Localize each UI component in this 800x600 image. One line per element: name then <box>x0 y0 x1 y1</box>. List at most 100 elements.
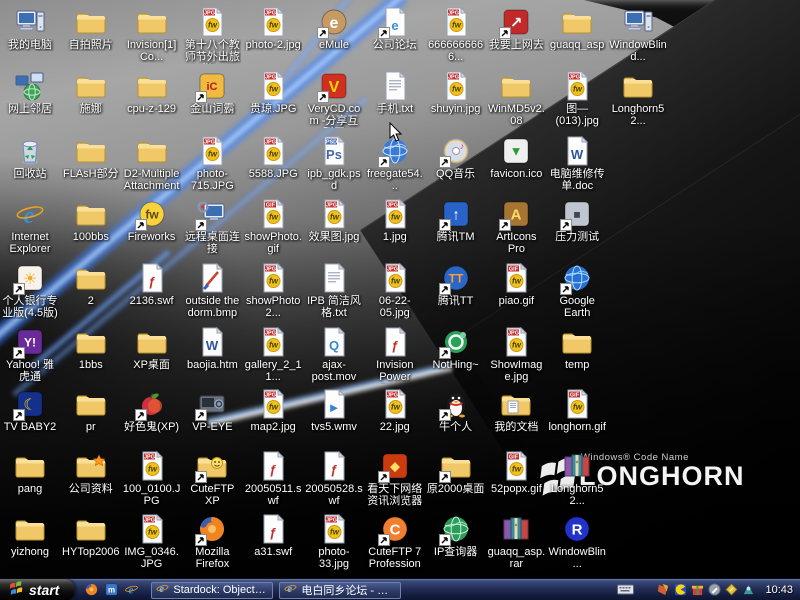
taskbar-window-button[interactable]: e电白同乡论坛 - Micr... <box>279 582 401 599</box>
desktop-icon[interactable]: WinMD5v2.08 <box>487 70 545 127</box>
desktop-icon[interactable]: W电脑维修传单.doc <box>548 135 606 192</box>
desktop-icon[interactable]: TT腾讯TT <box>427 262 485 307</box>
desktop-icon[interactable]: JPGfwshuyin.jpg <box>427 70 485 115</box>
desktop-icon[interactable]: ↗我要上网去 <box>487 6 545 51</box>
start-button[interactable]: start <box>0 579 75 600</box>
pen-input-tray-icon[interactable] <box>708 583 721 596</box>
desktop-icon[interactable]: JPGfw6666666666... <box>427 6 485 63</box>
desktop-icon[interactable]: 好色鬼(XP) <box>123 388 181 433</box>
desktop-icon[interactable]: 手机.txt <box>366 70 424 115</box>
desktop-icon[interactable]: ƒa31.swf <box>244 513 302 558</box>
desktop-icon[interactable]: JPGfw效果图.jpg <box>305 198 363 243</box>
desktop-icon[interactable]: XP桌面 <box>123 326 181 371</box>
desktop-icon[interactable]: 牛个人 <box>427 388 485 433</box>
desktop-icon[interactable]: Y!Yahoo! 雅虎通 <box>1 326 59 383</box>
desktop-icon[interactable]: JPGfwgallery_2_11... <box>244 326 302 383</box>
desktop-icon[interactable]: Longhorn52... <box>609 70 667 127</box>
messenger-quicklaunch-icon[interactable]: m <box>104 582 119 597</box>
desktop-icon[interactable]: NotHing~ <box>427 326 485 371</box>
desktop-icon[interactable]: JPGfw100_0100.JPG <box>123 450 181 507</box>
desktop-icon[interactable]: JPGfw贵琼.JPG <box>244 70 302 115</box>
input-indicator-icon[interactable] <box>617 583 634 596</box>
desktop-icon[interactable]: ▼favicon.ico <box>487 135 545 180</box>
desktop-icon[interactable]: AArtIcons Pro <box>487 198 545 255</box>
desktop-icon[interactable]: GIFfwpiao.gif <box>487 262 545 307</box>
desktop-icon[interactable]: ☾TV BABY2 <box>1 388 59 433</box>
desktop-icon[interactable]: ♪QQ音乐 <box>427 135 485 180</box>
desktop-icon[interactable]: temp <box>548 326 606 371</box>
desktop-icon[interactable]: ƒ2136.swf <box>123 262 181 307</box>
desktop-icon[interactable]: D2-Multiple Attachment ... <box>123 135 181 193</box>
desktop-icon[interactable]: JPGfwphoto-33.jpg <box>305 513 363 570</box>
desktop-icon[interactable]: Wbaojia.htm <box>183 326 241 371</box>
desktop-icon[interactable]: Mozilla Firefox <box>183 513 241 570</box>
desktop-icon[interactable]: ƒ20050528.swf <box>305 450 363 507</box>
desktop-icon[interactable]: IPB 简洁风格.txt <box>305 262 363 319</box>
desktop-icon[interactable]: JPGfw图—(013).jpg <box>548 70 606 127</box>
desktop-icon[interactable]: GIFfwshowPhoto.gif <box>244 198 302 255</box>
desktop-icon[interactable]: 100bbs <box>62 198 120 243</box>
yahoo-messenger-tray-icon[interactable] <box>674 583 687 596</box>
taskbar-clock[interactable]: 10:43 <box>765 584 793 596</box>
desktop-icon[interactable]: pang <box>1 450 59 495</box>
desktop-icon[interactable]: JPGfw22.jpg <box>366 388 424 433</box>
desktop-icon[interactable]: RWindowBlin... <box>548 513 606 570</box>
desktop-icon[interactable]: CuteFTP XP <box>183 450 241 507</box>
desktop-icon[interactable]: freegate54... <box>366 135 424 192</box>
desktop-icon[interactable]: ☀个人银行专业版(4.5版) <box>1 262 59 319</box>
taskbar-window-button[interactable]: eStardock: Object Des... <box>151 582 273 599</box>
desktop-icon[interactable]: ◆看天下网络资讯浏览器(3... <box>366 450 424 508</box>
ie-quicklaunch-icon[interactable]: e <box>124 582 139 597</box>
desktop-icon[interactable]: JPGfw06-22-05.jpg <box>366 262 424 319</box>
desktop-icon[interactable]: ƒ20050511.swf <box>244 450 302 507</box>
desktop-icon[interactable]: ►tvs5.wmv <box>305 388 363 433</box>
desktop-icon[interactable]: Longhorn52... <box>548 450 606 507</box>
desktop-icon[interactable]: iC金山词霸 <box>183 70 241 115</box>
desktop-icon[interactable]: ↑腾讯TM <box>427 198 485 243</box>
desktop-icon[interactable]: 我的文档 <box>487 388 545 433</box>
desktop-icon[interactable]: PSDPsipb_gdk.psd <box>305 135 363 192</box>
firefox-quicklaunch-icon[interactable] <box>84 582 99 597</box>
desktop-icon[interactable]: ■压力测试 <box>548 198 606 243</box>
desktop-icon[interactable]: Invision[1] Co... <box>123 6 181 63</box>
desktop-icon[interactable]: 施娜 <box>62 70 120 115</box>
desktop-icon[interactable]: fwFireworks <box>123 198 181 243</box>
desktop-icon[interactable]: GIFfwlonghorn.gif <box>548 388 606 433</box>
desktop-icon[interactable]: ƒInvision Power Board 2.swf <box>366 326 424 384</box>
desktop-icon[interactable]: JPGfwIMG_0346.JPG <box>123 513 181 570</box>
desktop-icon[interactable]: 公司资料 <box>62 450 120 495</box>
desktop-icon[interactable]: pr <box>62 388 120 433</box>
desktop-icon[interactable]: JPGfw1.jpg <box>366 198 424 243</box>
desktop-icon[interactable]: CCuteFTP 7 Professional <box>366 513 424 571</box>
desktop-icon[interactable]: JPGfwshowPhoto2... <box>244 262 302 319</box>
desktop-icon[interactable]: JPGfwphoto-2.jpg <box>244 6 302 51</box>
desktop-icon[interactable]: VVeryCD.com -分享互联网 <box>305 70 363 128</box>
desktop-icon[interactable]: Google Earth <box>548 262 606 319</box>
desktop-icon[interactable]: FLAsH部分 <box>62 135 120 180</box>
desktop-icon[interactable]: JPGfw5588.JPG <box>244 135 302 180</box>
desktop-icon[interactable]: JPGfwphoto-715.JPG <box>183 135 241 192</box>
user-status-tray-icon[interactable] <box>742 583 755 596</box>
desktop-icon[interactable]: outside the dorm.bmp <box>183 262 241 319</box>
desktop-icon[interactable]: VP-EYE <box>183 388 241 433</box>
desktop-icon[interactable]: WindowBlind... <box>609 6 667 63</box>
desktop-icon[interactable]: 远程桌面连接 <box>183 198 241 255</box>
download-tool-tray-icon[interactable] <box>657 583 670 596</box>
desktop-icon[interactable]: eeMule <box>305 6 363 51</box>
desktop-icon[interactable]: JPGfw第十八个教师节外出旅游... <box>183 6 241 64</box>
desktop-icon[interactable]: guaqq_asp <box>548 6 606 51</box>
desktop-icon[interactable]: JPGfwShowImage.jpg <box>487 326 545 383</box>
desktop-icon[interactable]: e公司论坛 <box>366 6 424 51</box>
desktop-icon[interactable]: GIFfw52popx.gif <box>487 450 545 495</box>
desktop-icon[interactable]: 1bbs <box>62 326 120 371</box>
desktop-icon[interactable]: cpu-z-129 <box>123 70 181 115</box>
desktop-icon[interactable]: 网上邻居 <box>1 70 59 115</box>
desktop-icon[interactable]: HYTop2006 <box>62 513 120 558</box>
desktop-icon[interactable]: JPGfwmap2.jpg <box>244 388 302 433</box>
gift-box-tray-icon[interactable] <box>691 583 704 596</box>
desktop-icon[interactable]: IP查询器 <box>427 513 485 558</box>
desktop-icon[interactable]: 2 <box>62 262 120 307</box>
desktop-icon[interactable]: Qajax-post.mov <box>305 326 363 383</box>
desktop-icon[interactable]: guaqq_asp.rar <box>487 513 545 570</box>
desktop-icon[interactable]: yizhong <box>1 513 59 558</box>
